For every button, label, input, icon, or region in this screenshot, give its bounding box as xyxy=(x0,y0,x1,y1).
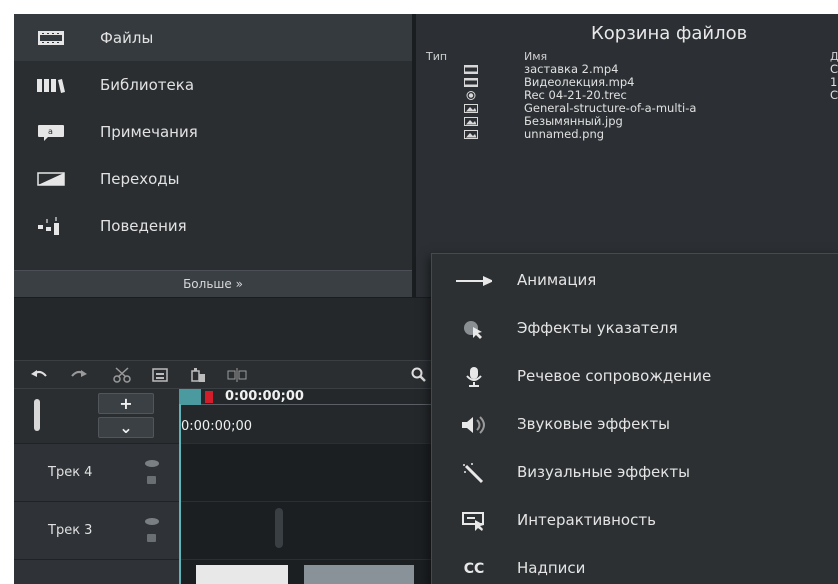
clip-thumbnail[interactable] xyxy=(304,565,414,584)
menu-item-label: Визуальные эффекты xyxy=(517,463,690,481)
sidebar-item-label: Файлы xyxy=(100,28,154,47)
sidebar-item-files[interactable]: Файлы xyxy=(14,14,412,61)
playhead-line xyxy=(179,404,181,584)
menu-item-label: Надписи xyxy=(517,559,586,577)
transition-icon xyxy=(36,169,66,189)
menu-item-captions[interactable]: CC Надписи xyxy=(432,545,838,584)
file-row[interactable]: Безымянный.jpg xyxy=(416,115,838,128)
sidebar-item-annotations[interactable]: a Примечания xyxy=(14,108,412,155)
sidebar-item-label: Поведения xyxy=(100,216,187,235)
split-icon[interactable] xyxy=(226,366,248,384)
callout-icon: a xyxy=(36,122,66,142)
menu-item-label: Звуковые эффекты xyxy=(517,415,671,433)
sidebar-item-library[interactable]: Библиотека xyxy=(14,61,412,108)
track-header-3[interactable]: Трек 3 xyxy=(14,501,179,560)
menu-item-label: Анимация xyxy=(517,271,597,289)
menu-item-interactivity[interactable]: Интерактивность xyxy=(432,497,838,545)
clip-handle[interactable] xyxy=(275,508,283,548)
track-name: Трек 3 xyxy=(48,523,93,538)
sidebar-item-behaviors[interactable]: Поведения xyxy=(14,202,412,249)
video-file-icon xyxy=(464,78,478,87)
library-icon xyxy=(36,75,66,95)
file-row[interactable]: Видеолекция.mp4 1 xyxy=(416,76,838,89)
cursor-effect-icon xyxy=(456,319,492,339)
eye-icon[interactable] xyxy=(145,460,159,467)
menu-item-voice-narration[interactable]: Речевое сопровождение xyxy=(432,353,838,401)
timeline-controls: + ⌄ xyxy=(14,388,179,444)
image-file-icon xyxy=(464,130,478,139)
copy-icon[interactable] xyxy=(149,366,171,384)
microphone-icon xyxy=(456,367,492,387)
speaker-icon xyxy=(456,415,492,435)
playhead-handle[interactable] xyxy=(179,389,201,405)
paste-icon[interactable] xyxy=(187,366,209,384)
track-name: Трек 4 xyxy=(48,465,93,480)
file-name: unnamed.png xyxy=(524,127,605,141)
bin-column-header: Тип Имя Д xyxy=(416,50,838,63)
file-row[interactable]: unnamed.png xyxy=(416,128,838,141)
svg-text:a: a xyxy=(48,127,53,136)
film-icon xyxy=(36,28,66,48)
menu-item-label: Речевое сопровождение xyxy=(517,367,712,385)
file-row[interactable]: General-structure-of-a-multi-a xyxy=(416,102,838,115)
file-extra: C xyxy=(830,88,838,102)
bin-file-list: заставка 2.mp4 C Видеолекция.mp4 1 Rec 0… xyxy=(416,63,838,141)
animation-arrow-icon xyxy=(456,271,492,291)
app-window: Файлы Библиотека a Примечания Переходы П… xyxy=(14,14,838,584)
behavior-icon xyxy=(36,216,66,236)
playhead-time: 0:00:00;00 xyxy=(225,389,304,404)
bin-title: Корзина файлов xyxy=(591,23,748,44)
magic-wand-icon xyxy=(456,463,492,484)
image-file-icon xyxy=(464,117,478,126)
sidebar-item-label: Примечания xyxy=(100,122,198,141)
zoom-in-button[interactable]: + xyxy=(98,393,154,414)
interactive-icon xyxy=(456,511,492,531)
zoom-search-icon[interactable] xyxy=(408,366,430,384)
more-button[interactable]: Больше » xyxy=(14,270,412,298)
clip-thumbnail[interactable] xyxy=(196,565,288,584)
column-type[interactable]: Тип xyxy=(426,50,447,63)
more-dropdown-menu: Анимация Эффекты указателя Речевое сопро… xyxy=(431,253,838,584)
menu-item-audio-effects[interactable]: Звуковые эффекты xyxy=(432,401,838,449)
track-header-4[interactable]: Трек 4 xyxy=(14,443,179,502)
redo-icon[interactable] xyxy=(68,366,90,384)
track-header-2[interactable] xyxy=(14,559,179,584)
eye-icon[interactable] xyxy=(145,518,159,525)
menu-item-label: Эффекты указателя xyxy=(517,319,678,337)
cut-icon[interactable] xyxy=(111,366,133,384)
sidebar-item-label: Библиотека xyxy=(100,75,195,94)
menu-item-label: Интерактивность xyxy=(517,511,656,529)
current-time: 0:00:00;00 xyxy=(181,419,253,434)
menu-item-cursor-effects[interactable]: Эффекты указателя xyxy=(432,305,838,353)
marker-icon[interactable] xyxy=(205,391,213,403)
image-file-icon xyxy=(464,104,478,113)
menu-item-visual-effects[interactable]: Визуальные эффекты xyxy=(432,449,838,497)
more-label: Больше » xyxy=(183,277,243,291)
undo-icon[interactable] xyxy=(28,366,50,384)
recording-file-icon xyxy=(466,91,476,100)
sidebar: Файлы Библиотека a Примечания Переходы П… xyxy=(14,14,412,270)
sidebar-item-transitions[interactable]: Переходы xyxy=(14,155,412,202)
lock-icon[interactable] xyxy=(147,534,156,542)
zoom-slider[interactable] xyxy=(34,399,40,431)
sidebar-item-label: Переходы xyxy=(100,169,180,188)
menu-item-animation[interactable]: Анимация xyxy=(432,257,838,305)
video-file-icon xyxy=(464,65,478,74)
menu-caret xyxy=(418,272,430,288)
cc-icon: CC xyxy=(463,561,485,577)
lock-icon[interactable] xyxy=(147,476,156,484)
zoom-out-button[interactable]: ⌄ xyxy=(98,417,154,438)
